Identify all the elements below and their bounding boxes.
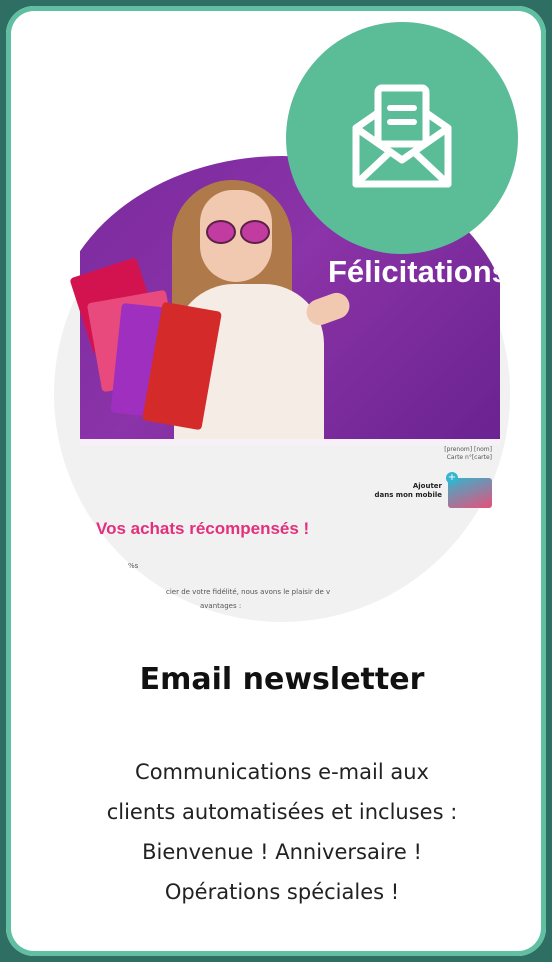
- hero-divider: [80, 439, 500, 445]
- description-line: clients automatisées et incluses :: [106, 800, 458, 824]
- meta-card-number: Carte n°[carte]: [446, 454, 492, 461]
- feature-card: Félicitations [prenom] [nom] Carte n°[ca…: [6, 6, 546, 956]
- envelope-document-icon: [352, 84, 452, 188]
- hero-title: Félicitations: [328, 254, 509, 289]
- meta-name: [prenom] [nom]: [444, 446, 492, 453]
- email-badge: [286, 22, 518, 254]
- rewards-heading: Vos achats récompensés !: [96, 519, 310, 538]
- sunglasses: [206, 220, 270, 244]
- add-to-mobile-label: Ajouter dans mon mobile: [374, 482, 442, 499]
- card-title: Email newsletter: [139, 662, 425, 697]
- customer-meta: [prenom] [nom] Carte n°[carte]: [412, 446, 492, 462]
- body-text-line: %s: [128, 562, 139, 570]
- description-line: Bienvenue ! Anniversaire !: [142, 840, 422, 864]
- description-line: Opérations spéciales !: [164, 880, 400, 904]
- card-description: Communications e-mail aux clients automa…: [46, 752, 518, 912]
- add-to-mobile[interactable]: Ajouter dans mon mobile +: [352, 472, 492, 512]
- plus-icon: +: [446, 472, 458, 484]
- body-text-line: avantages :: [200, 602, 242, 610]
- body-text-line: cier de votre fidélité, nous avons le pl…: [166, 588, 331, 596]
- description-line: Communications e-mail aux: [135, 760, 429, 784]
